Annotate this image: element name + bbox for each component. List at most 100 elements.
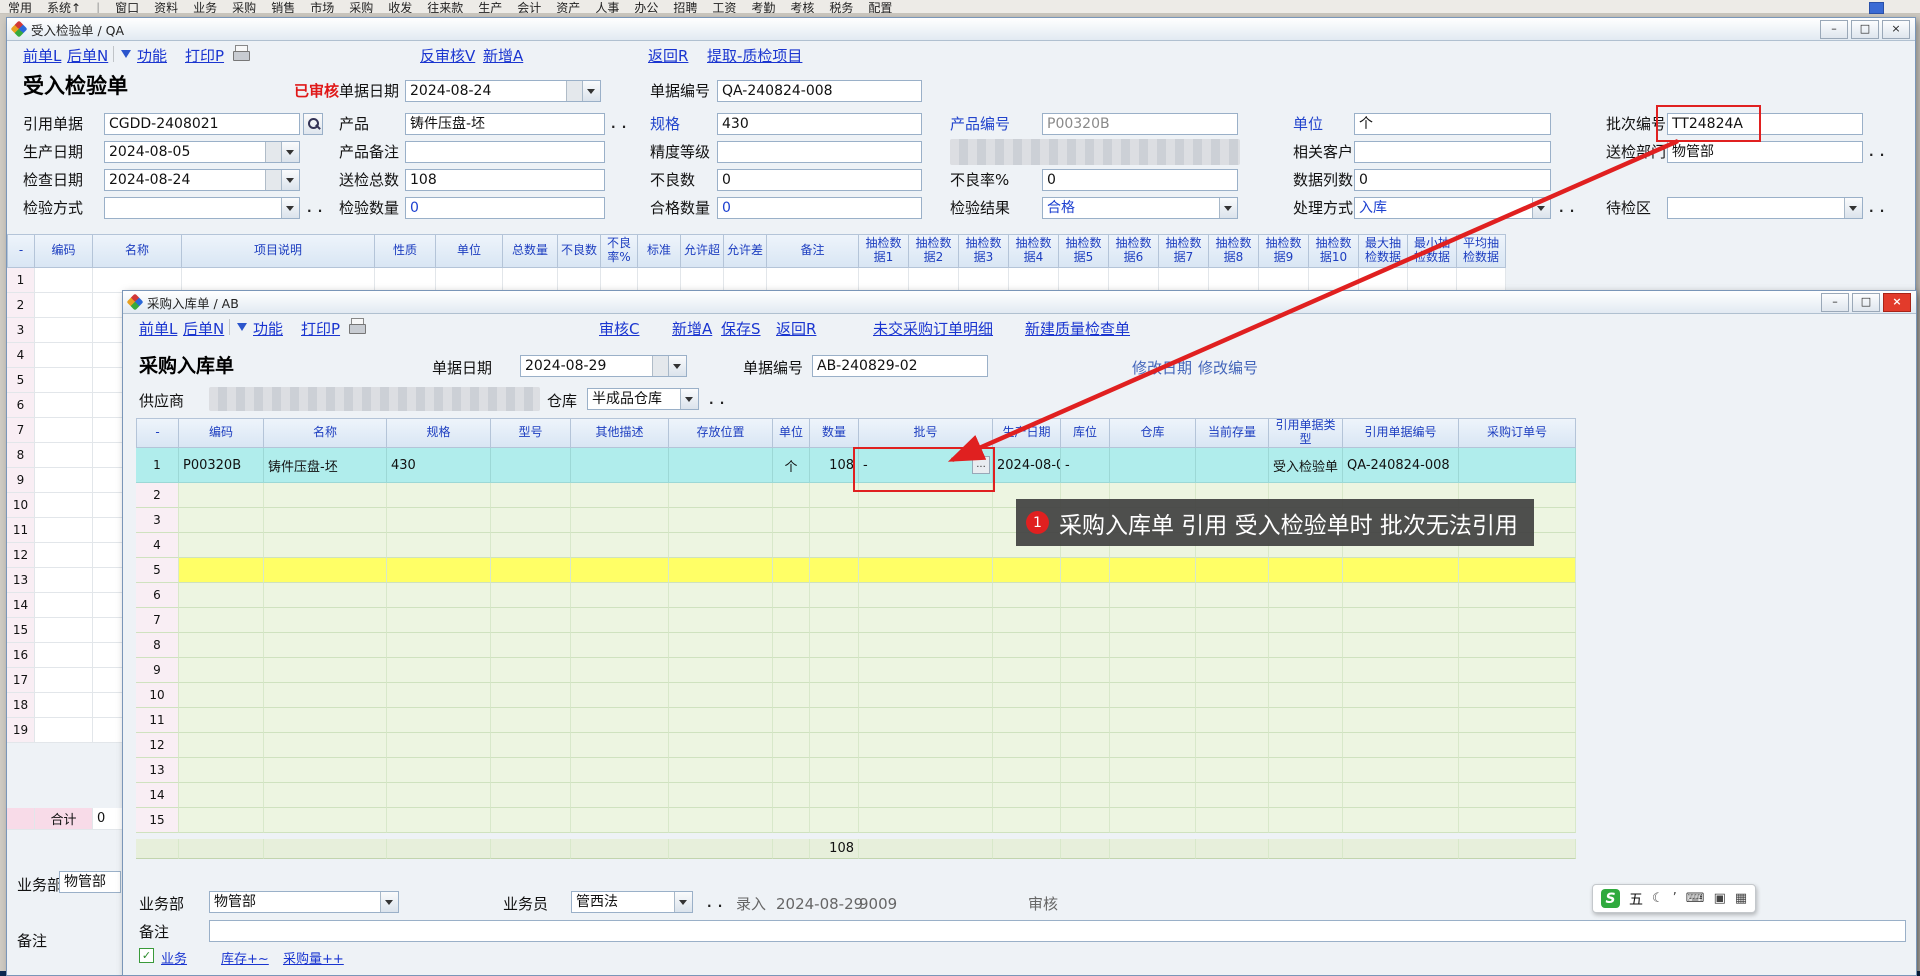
ab-cell[interactable] — [859, 683, 993, 708]
ab-cell[interactable] — [264, 808, 387, 833]
qa-cell[interactable] — [35, 518, 93, 543]
menu-item[interactable]: 收发 — [388, 0, 412, 14]
ab-cell[interactable] — [1459, 733, 1576, 758]
ab-cell[interactable] — [1269, 633, 1343, 658]
ab-cell[interactable] — [1269, 683, 1343, 708]
ab-cell[interactable] — [1269, 733, 1343, 758]
ab-cell[interactable] — [1459, 558, 1576, 583]
ab-cell[interactable] — [669, 658, 773, 683]
ab-cell[interactable] — [387, 533, 491, 558]
ab-cell[interactable] — [571, 708, 669, 733]
dropdown-arrow-icon[interactable] — [1219, 198, 1237, 218]
ab-col-header[interactable]: 数量 — [810, 418, 859, 448]
ab-cell[interactable] — [859, 633, 993, 658]
menu-item[interactable]: 办公 — [634, 0, 658, 14]
ab-cell[interactable] — [1343, 733, 1459, 758]
ab-col-header[interactable]: 名称 — [264, 418, 387, 448]
ab-cell[interactable] — [669, 733, 773, 758]
ab-cell[interactable] — [571, 633, 669, 658]
ab-col-header[interactable]: 其他描述 — [571, 418, 669, 448]
ab-cell[interactable] — [773, 808, 810, 833]
dropdown-arrow-icon[interactable] — [1532, 198, 1550, 218]
ref-doc-field[interactable]: CGDD-2408021 — [104, 113, 300, 135]
ab-cell[interactable] — [387, 583, 491, 608]
calendar-icon[interactable] — [566, 81, 582, 101]
qa-row-number[interactable]: 4 — [7, 343, 35, 368]
ab-cell[interactable] — [179, 783, 264, 808]
qa-row-number[interactable]: 13 — [7, 568, 35, 593]
ab-cell[interactable] — [571, 608, 669, 633]
qa-cell[interactable] — [35, 718, 93, 743]
prod-date-field[interactable]: 2024-08-05 — [104, 141, 300, 163]
ab-cell[interactable] — [1269, 608, 1343, 633]
ab-biz-link[interactable]: 业务 — [161, 948, 187, 967]
ab-cell[interactable] — [264, 708, 387, 733]
ab-cell[interactable] — [571, 508, 669, 533]
ab-cell[interactable] — [1196, 448, 1269, 483]
ab-cell[interactable] — [1110, 658, 1196, 683]
ab-cell[interactable] — [859, 483, 993, 508]
check-date-field[interactable]: 2024-08-24 — [104, 169, 300, 191]
ab-cell[interactable] — [1343, 608, 1459, 633]
ab-cell[interactable] — [1459, 448, 1576, 483]
doc-no-field[interactable]: QA-240824-008 — [717, 80, 922, 102]
batch-no-field[interactable]: TT24824A — [1667, 113, 1863, 135]
ab-cell[interactable] — [571, 758, 669, 783]
calendar-icon[interactable] — [265, 170, 281, 190]
ab-doc-no-field[interactable]: AB-240829-02 — [812, 355, 988, 377]
ab-new-qc-link[interactable]: 新建质量检查单 — [1025, 318, 1130, 339]
ab-cell[interactable] — [1343, 758, 1459, 783]
ab-cell[interactable] — [859, 583, 993, 608]
handle-more-button[interactable]: . . — [1559, 201, 1575, 215]
ab-cell[interactable] — [1061, 758, 1110, 783]
ab-cell[interactable] — [810, 533, 859, 558]
ab-cell[interactable] — [179, 608, 264, 633]
ab-col-header[interactable]: 引用单据编号 — [1343, 418, 1459, 448]
ab-cell[interactable] — [993, 583, 1061, 608]
ab-next-button[interactable]: 后单N — [183, 318, 224, 339]
ab-cell[interactable] — [491, 783, 571, 808]
ab-cell[interactable] — [1196, 783, 1269, 808]
product-more-button[interactable]: . . — [611, 117, 627, 131]
qa-col-header[interactable]: 不良率% — [601, 234, 638, 268]
qa-print-button[interactable]: 打印P — [185, 45, 224, 66]
ab-dept-select[interactable]: 物管部 — [209, 891, 399, 913]
ab-cell[interactable] — [264, 733, 387, 758]
menu-item[interactable]: 招聘 — [673, 0, 697, 14]
doc-date-field[interactable]: 2024-08-24 — [405, 80, 601, 102]
qa-col-header[interactable]: 抽检数据7 — [1159, 234, 1209, 268]
ab-cell[interactable] — [669, 448, 773, 483]
ab-cell[interactable] — [387, 558, 491, 583]
qa-col-header[interactable]: 平均抽检数据 — [1457, 234, 1506, 268]
qa-col-header[interactable]: 最大抽检数据 — [1359, 234, 1408, 268]
ab-cell[interactable] — [387, 783, 491, 808]
ab-cell[interactable] — [1196, 808, 1269, 833]
qa-col-header[interactable]: 抽检数据2 — [909, 234, 959, 268]
qa-row-number[interactable]: 11 — [7, 518, 35, 543]
ab-cell[interactable] — [1343, 708, 1459, 733]
ab-cell[interactable] — [810, 558, 859, 583]
ab-cell[interactable] — [1459, 608, 1576, 633]
defect-qty-field[interactable]: 0 — [717, 169, 922, 191]
wait-area-select[interactable] — [1667, 197, 1863, 219]
ab-cell[interactable] — [1061, 683, 1110, 708]
qa-row-number[interactable]: 18 — [7, 693, 35, 718]
ab-cell[interactable] — [491, 608, 571, 633]
ab-row-number[interactable]: 2 — [136, 483, 179, 508]
ab-cell[interactable] — [669, 508, 773, 533]
ab-cell[interactable] — [1459, 683, 1576, 708]
dropdown-arrow-icon[interactable] — [1844, 198, 1862, 218]
menu-item[interactable]: 市场 — [310, 0, 334, 14]
ab-row-number[interactable]: 1 — [136, 448, 179, 483]
ab-cell[interactable]: 受入检验单 — [1269, 448, 1343, 483]
ab-cell[interactable] — [993, 708, 1061, 733]
qa-add-button[interactable]: 新增A — [483, 45, 523, 66]
ab-cell[interactable] — [571, 733, 669, 758]
ab-col-header[interactable]: 引用单据类型 — [1269, 418, 1343, 448]
qa-row-number[interactable]: 9 — [7, 468, 35, 493]
ab-cell[interactable] — [264, 583, 387, 608]
ab-cell[interactable] — [179, 758, 264, 783]
ab-cell[interactable] — [810, 758, 859, 783]
ab-row-number[interactable]: 7 — [136, 608, 179, 633]
ab-cell[interactable] — [1061, 733, 1110, 758]
